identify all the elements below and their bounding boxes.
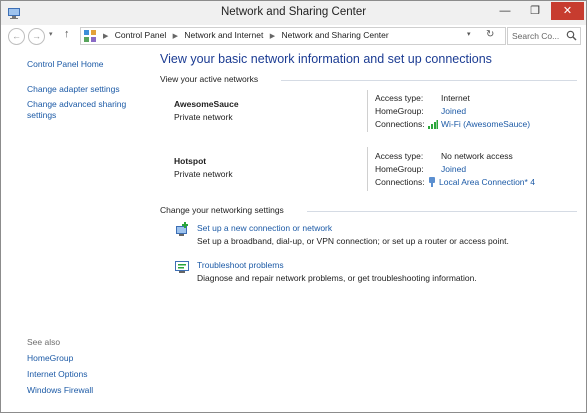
chevron-right-icon[interactable]: ▶ <box>173 33 178 40</box>
see-also-title: See also <box>27 337 61 347</box>
search-box[interactable] <box>507 27 581 45</box>
chevron-right-icon[interactable]: ▶ <box>270 33 275 40</box>
address-dropdown-icon[interactable]: ▾ <box>467 30 471 38</box>
divider <box>281 80 577 81</box>
chevron-right-icon: ▶ <box>103 33 109 40</box>
setup-connection-description: Set up a broadband, dial-up, or VPN conn… <box>197 236 509 246</box>
wifi-signal-icon <box>428 119 438 129</box>
connection-link[interactable]: Wi-Fi (AwesomeSauce) <box>428 119 530 129</box>
breadcrumb-network-and-sharing-center[interactable]: Network and Sharing Center <box>281 30 388 40</box>
breadcrumb-control-panel[interactable]: Control Panel <box>115 30 167 40</box>
network-name: Hotspot <box>174 156 207 166</box>
troubleshoot-description: Diagnose and repair network problems, or… <box>197 273 477 283</box>
active-networks-title: View your active networks <box>160 74 259 84</box>
homegroup-label: HomeGroup: <box>375 106 424 116</box>
back-button[interactable]: ← <box>8 28 25 45</box>
sidebar-internet-options[interactable]: Internet Options <box>27 369 87 380</box>
main-content: View your basic network information and … <box>151 47 586 411</box>
up-button[interactable]: ↑ <box>64 28 70 40</box>
network-name: AwesomeSauce <box>174 99 239 109</box>
breadcrumb-network-and-internet[interactable]: Network and Internet <box>184 30 263 40</box>
network-type: Private network <box>174 169 233 179</box>
homegroup-link[interactable]: Joined <box>441 164 466 174</box>
new-connection-icon <box>176 222 188 236</box>
forward-button[interactable]: → <box>28 28 45 45</box>
sidebar-control-panel-home[interactable]: Control Panel Home <box>27 59 104 70</box>
setup-connection-link[interactable]: Set up a new connection or network <box>197 223 332 233</box>
connection-link[interactable]: Local Area Connection* 4 <box>428 177 535 187</box>
ethernet-icon <box>429 177 435 187</box>
homegroup-link[interactable]: Joined <box>441 106 466 116</box>
divider <box>367 90 368 132</box>
minimize-button[interactable]: — <box>491 2 519 20</box>
access-type-value: Internet <box>441 93 470 103</box>
page-title: View your basic network information and … <box>160 52 492 66</box>
access-type-label: Access type: <box>375 151 424 161</box>
window: Network and Sharing Center — ❐ ✕ ← → ▾ ↑… <box>0 0 587 413</box>
access-type-value: No network access <box>441 151 513 161</box>
control-panel-icon <box>84 30 96 42</box>
homegroup-label: HomeGroup: <box>375 164 424 174</box>
sidebar: Control Panel Home Change adapter settin… <box>1 47 151 411</box>
divider <box>307 211 577 212</box>
recent-locations-dropdown[interactable]: ▾ <box>49 30 53 38</box>
search-input[interactable] <box>512 30 562 42</box>
close-button[interactable]: ✕ <box>551 2 584 20</box>
sidebar-windows-firewall[interactable]: Windows Firewall <box>27 385 93 396</box>
troubleshoot-link[interactable]: Troubleshoot problems <box>197 260 284 270</box>
change-settings-title: Change your networking settings <box>160 205 284 215</box>
refresh-icon[interactable]: ↻ <box>486 29 494 40</box>
search-icon[interactable] <box>566 30 577 41</box>
troubleshoot-icon <box>175 261 189 273</box>
navigation-bar: ← → ▾ ↑ ▶ Control Panel ▶ Network and In… <box>1 25 586 47</box>
connection-link-label[interactable]: Local Area Connection* 4 <box>439 177 535 187</box>
access-type-label: Access type: <box>375 93 424 103</box>
network-type: Private network <box>174 112 233 122</box>
title-bar: Network and Sharing Center — ❐ ✕ <box>1 1 586 25</box>
sidebar-homegroup[interactable]: HomeGroup <box>27 353 73 364</box>
connections-label: Connections: <box>375 119 425 129</box>
sidebar-change-advanced-sharing-settings[interactable]: Change advanced sharing settings <box>27 99 137 121</box>
divider <box>367 147 368 191</box>
maximize-button[interactable]: ❐ <box>521 2 549 20</box>
sidebar-change-adapter-settings[interactable]: Change adapter settings <box>27 84 120 95</box>
address-bar[interactable]: ▶ Control Panel ▶ Network and Internet ▶… <box>80 27 506 45</box>
breadcrumb: ▶ Control Panel ▶ Network and Internet ▶… <box>99 30 389 40</box>
connections-label: Connections: <box>375 177 425 187</box>
connection-link-label[interactable]: Wi-Fi (AwesomeSauce) <box>441 119 530 129</box>
